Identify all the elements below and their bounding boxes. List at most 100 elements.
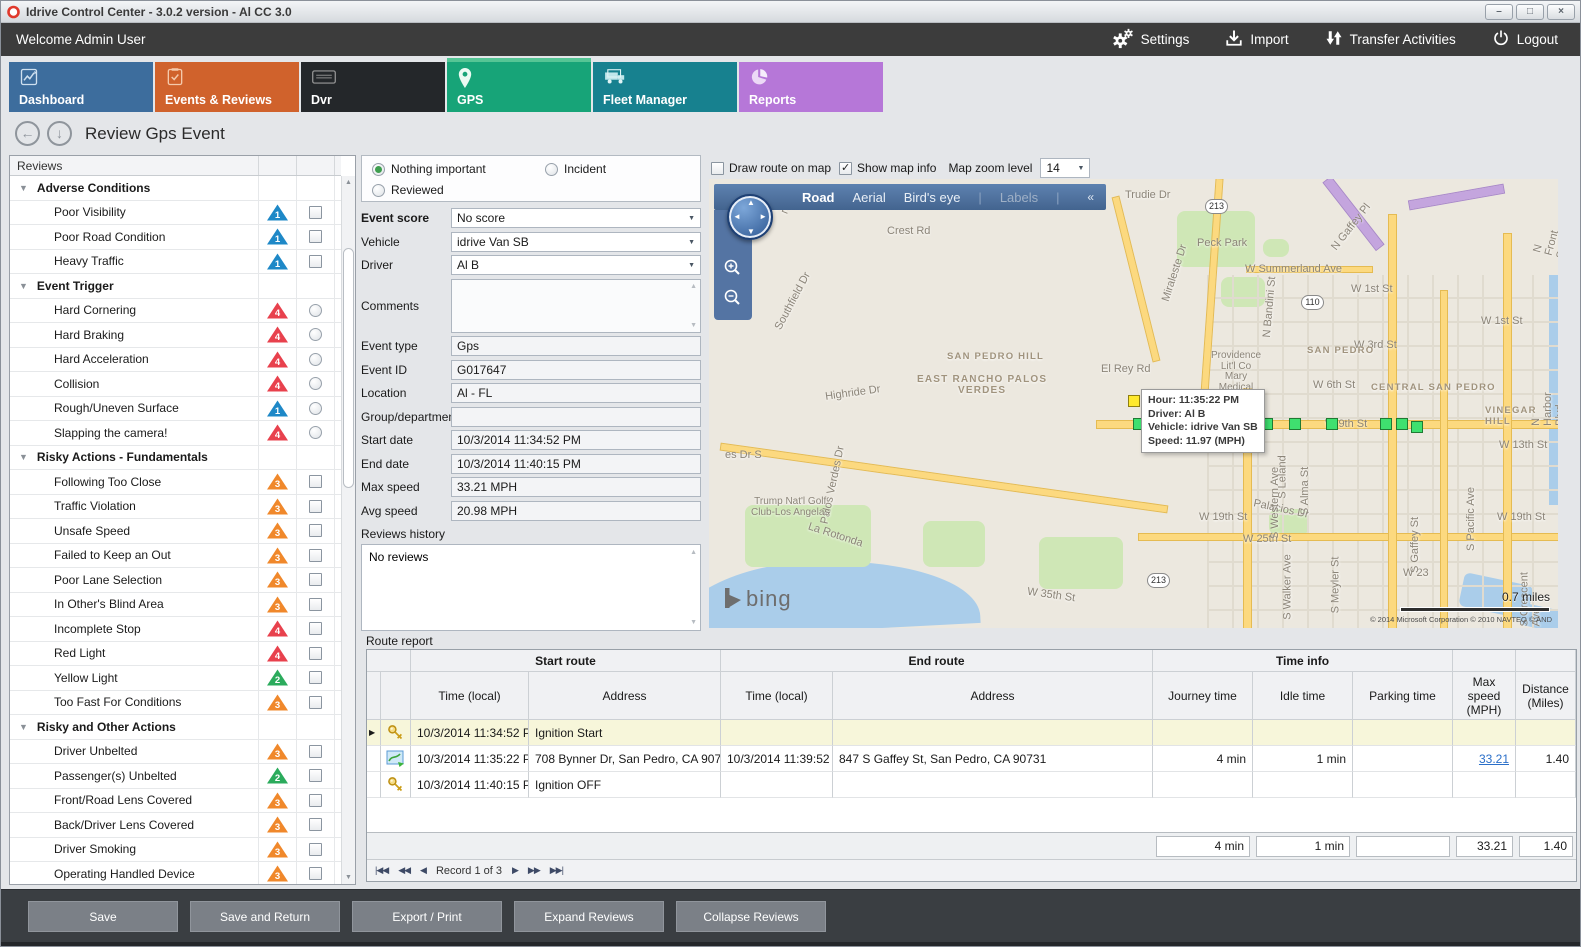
status-radio[interactable] xyxy=(545,163,558,176)
review-group-row[interactable]: ▼Adverse Conditions xyxy=(10,176,341,201)
review-checkbox[interactable] xyxy=(309,794,322,807)
review-checkbox[interactable] xyxy=(309,671,322,684)
review-item-row[interactable]: Hard Acceleration4 xyxy=(10,348,341,373)
map-nav-collapse-icon[interactable]: « xyxy=(1087,190,1094,204)
pan-down-icon[interactable]: ▼ xyxy=(747,227,755,236)
review-radio[interactable] xyxy=(309,402,322,415)
max-speed-link[interactable]: 33.21 xyxy=(1479,752,1509,766)
review-item-row[interactable]: Incomplete Stop4 xyxy=(10,617,341,642)
review-checkbox[interactable] xyxy=(309,745,322,758)
history-scroll-up-icon[interactable]: ▲ xyxy=(690,549,697,556)
tab-reports[interactable]: Reports xyxy=(739,62,883,112)
map-zoom-in-icon[interactable] xyxy=(723,258,743,278)
settings-button[interactable]: Settings xyxy=(1112,27,1190,52)
event-type-field[interactable]: Gps xyxy=(451,336,701,356)
review-radio[interactable] xyxy=(309,377,322,390)
review-item-row[interactable]: Driver Smoking3 xyxy=(10,838,341,863)
group-department-field[interactable] xyxy=(451,407,701,427)
route-point-marker[interactable] xyxy=(1396,418,1408,430)
location-field[interactable]: Al - FL xyxy=(451,383,701,403)
vehicle-select[interactable]: idrive Van SB▼ xyxy=(451,232,701,252)
draw-route-option[interactable]: Draw route on map xyxy=(711,161,831,175)
status-radio[interactable] xyxy=(372,184,385,197)
pan-left-icon[interactable]: ◄ xyxy=(733,212,741,221)
review-checkbox[interactable] xyxy=(309,647,322,660)
review-checkbox[interactable] xyxy=(309,573,322,586)
route-point-marker[interactable] xyxy=(1289,418,1301,430)
scroll-down-icon[interactable]: ▼ xyxy=(342,874,355,881)
collapse-arrow-icon[interactable]: ▼ xyxy=(19,452,28,462)
map-style-bird-s-eye[interactable]: Bird's eye xyxy=(904,190,961,205)
max-speed-field[interactable]: 33.21 MPH xyxy=(451,477,701,497)
route-point-marker[interactable] xyxy=(1380,418,1392,430)
review-item-row[interactable]: Hard Cornering4 xyxy=(10,299,341,324)
review-item-row[interactable]: Unsafe Speed3 xyxy=(10,519,341,544)
review-item-row[interactable]: Driver Unbelted3 xyxy=(10,740,341,765)
back-button[interactable]: ← xyxy=(15,121,40,146)
scroll-thumb[interactable] xyxy=(343,248,354,488)
review-checkbox[interactable] xyxy=(309,549,322,562)
route-point-marker[interactable] xyxy=(1326,418,1338,430)
table-row[interactable]: 10/3/2014 11:40:15 PMIgnition OFF xyxy=(367,772,1576,798)
review-radio[interactable] xyxy=(309,304,322,317)
map-compass[interactable]: ▲ ▼ ◄ ► xyxy=(727,194,773,240)
nav-prev-icon[interactable]: ◀◀ xyxy=(398,865,410,876)
collapse-arrow-icon[interactable]: ▼ xyxy=(19,722,28,732)
review-item-row[interactable]: In Other's Blind Area3 xyxy=(10,593,341,618)
review-radio[interactable] xyxy=(309,353,322,366)
review-checkbox[interactable] xyxy=(309,622,322,635)
map-zoom-out-icon[interactable] xyxy=(723,288,743,308)
tab-dashboard[interactable]: Dashboard xyxy=(9,62,153,112)
nav-next-icon[interactable]: ▶▶ xyxy=(528,865,540,876)
save-button[interactable]: Save xyxy=(28,901,178,932)
review-checkbox[interactable] xyxy=(309,475,322,488)
review-checkbox[interactable] xyxy=(309,769,322,782)
start-date-field[interactable]: 10/3/2014 11:34:52 PM xyxy=(451,430,701,450)
status-option[interactable]: Incident xyxy=(545,162,606,176)
map-style-labels[interactable]: Labels xyxy=(1000,190,1038,205)
review-checkbox[interactable] xyxy=(309,818,322,831)
tab-fleet-manager[interactable]: Fleet Manager xyxy=(593,62,737,112)
review-item-row[interactable]: Back/Driver Lens Covered3 xyxy=(10,813,341,838)
collapse-arrow-icon[interactable]: ▼ xyxy=(19,183,28,193)
review-item-row[interactable]: Front/Road Lens Covered3 xyxy=(10,789,341,814)
draw-route-checkbox[interactable] xyxy=(711,162,724,175)
review-item-row[interactable]: Traffic Violation3 xyxy=(10,495,341,520)
status-option[interactable]: Nothing important xyxy=(372,162,486,176)
review-checkbox[interactable] xyxy=(309,524,322,537)
map-style-aerial[interactable]: Aerial xyxy=(853,190,886,205)
review-item-row[interactable]: Yellow Light2 xyxy=(10,666,341,691)
maximize-button[interactable]: □ xyxy=(1516,4,1544,20)
avg-speed-field[interactable]: 20.98 MPH xyxy=(451,501,701,521)
review-checkbox[interactable] xyxy=(309,500,322,513)
tab-events-reviews[interactable]: Events & Reviews xyxy=(155,62,299,112)
import-button[interactable]: Import xyxy=(1225,27,1288,52)
transfer-activities-button[interactable]: Transfer Activities xyxy=(1325,27,1456,52)
review-item-row[interactable]: Poor Lane Selection3 xyxy=(10,568,341,593)
table-row[interactable]: ▶10/3/2014 11:34:52 PMIgnition Start xyxy=(367,720,1576,746)
route-point-marker[interactable] xyxy=(1411,421,1423,433)
review-checkbox[interactable] xyxy=(309,255,322,268)
review-item-row[interactable]: Too Fast For Conditions3 xyxy=(10,691,341,716)
review-checkbox[interactable] xyxy=(309,598,322,611)
review-item-row[interactable]: Rough/Uneven Surface1 xyxy=(10,397,341,422)
review-item-row[interactable]: Failed to Keep an Out3 xyxy=(10,544,341,569)
review-item-row[interactable]: Collision4 xyxy=(10,372,341,397)
history-scroll-down-icon[interactable]: ▼ xyxy=(690,619,697,626)
save-and-return-button[interactable]: Save and Return xyxy=(190,901,340,932)
review-item-row[interactable]: Poor Road Condition1 xyxy=(10,225,341,250)
review-group-row[interactable]: ▼Risky and Other Actions xyxy=(10,715,341,740)
review-item-row[interactable]: Red Light4 xyxy=(10,642,341,667)
review-item-row[interactable]: Hard Braking4 xyxy=(10,323,341,348)
review-group-row[interactable]: ▼Risky Actions - Fundamentals xyxy=(10,446,341,471)
reviews-scrollbar[interactable]: ▲ ▼ xyxy=(341,176,355,884)
event-id-field[interactable]: G017647 xyxy=(451,360,701,380)
table-row[interactable]: 10/3/2014 11:35:22 PM708 Bynner Dr, San … xyxy=(367,746,1576,772)
review-item-row[interactable]: Heavy Traffic1 xyxy=(10,250,341,275)
nav-next-icon[interactable]: ▶ xyxy=(512,865,518,876)
driver-select[interactable]: Al B▼ xyxy=(451,255,701,275)
expand-reviews-button[interactable]: Expand Reviews xyxy=(514,901,664,932)
map[interactable]: Trudie DrN Gaffey PlN Front StPeck ParkW… xyxy=(709,179,1558,628)
nav-next-icon[interactable]: ▶▶| xyxy=(550,865,563,876)
review-group-row[interactable]: ▼Event Trigger xyxy=(10,274,341,299)
